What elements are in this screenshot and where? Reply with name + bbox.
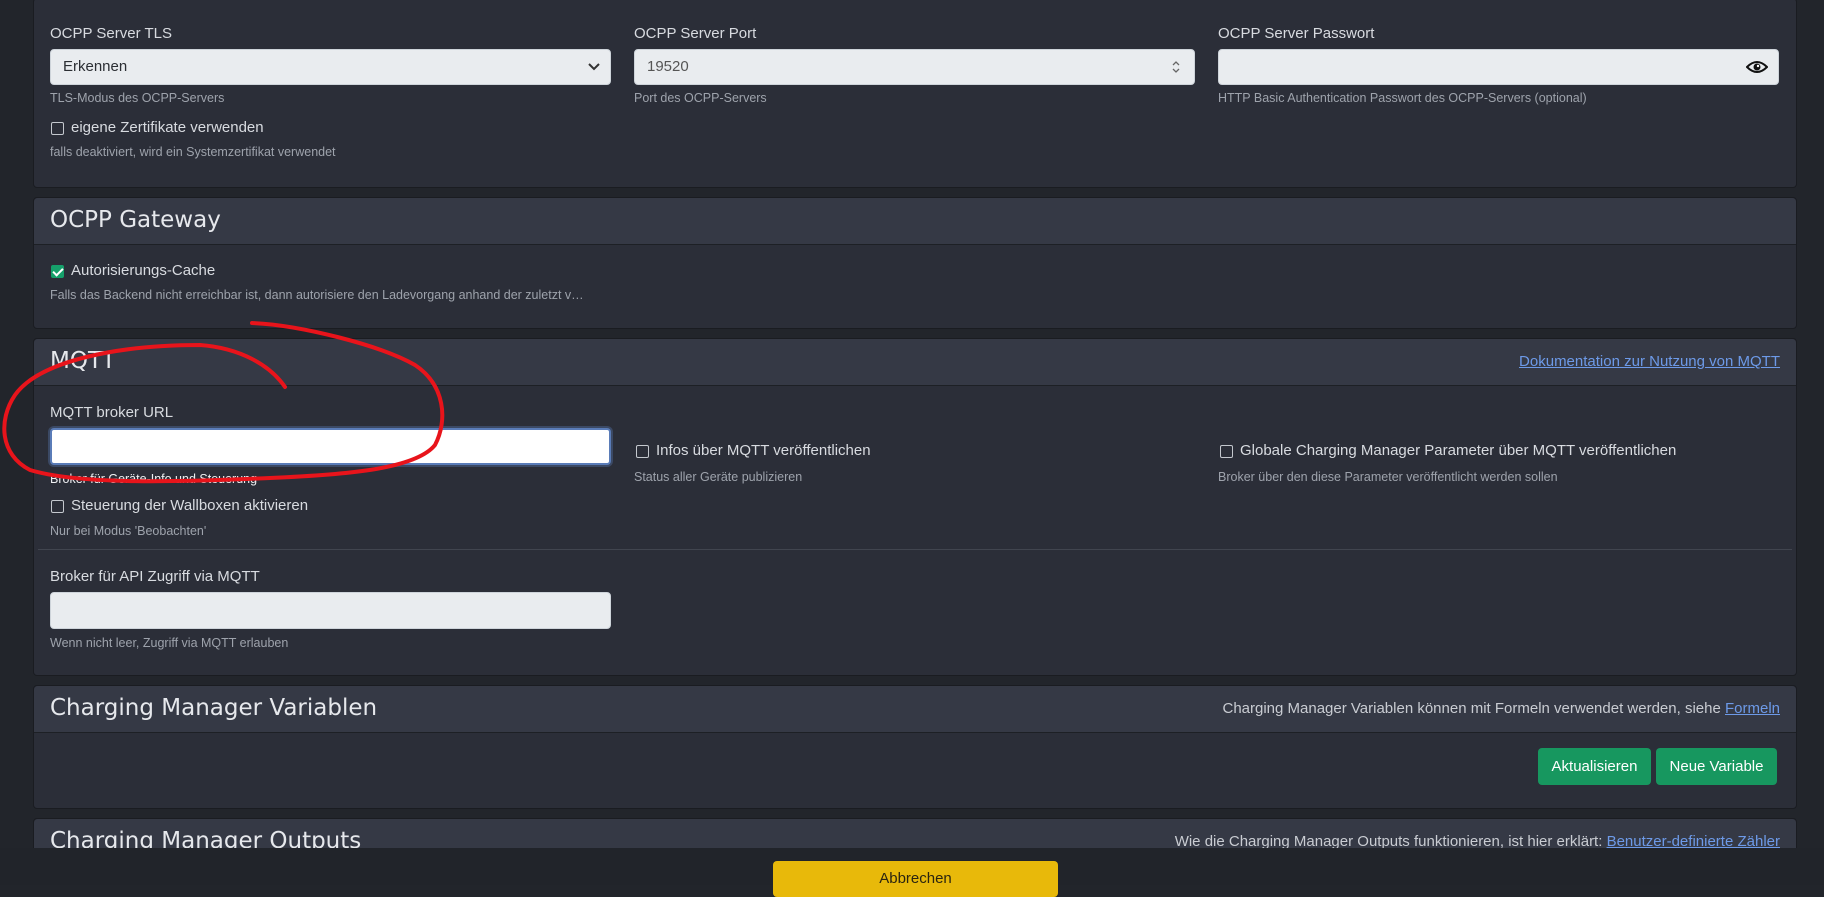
wallbox-control-label[interactable]: Steuerung der Wallboxen aktivieren xyxy=(71,497,308,514)
auth-cache-checkbox[interactable] xyxy=(51,265,64,278)
mqtt-card: MQTT Dokumentation zur Nutzung von MQTT … xyxy=(33,338,1797,676)
ocpp-gateway-card: OCPP Gateway Autorisierungs-Cache Falls … xyxy=(33,197,1797,329)
variables-header-text: Charging Manager Variablen können mit Fo… xyxy=(1222,700,1780,717)
publish-global-checkbox[interactable] xyxy=(1220,445,1233,458)
port-input-value: 19520 xyxy=(647,58,689,75)
broker-url-hint: Broker für Geräte-Info und Steuerung xyxy=(50,472,258,486)
wallbox-control-checkbox[interactable] xyxy=(51,500,64,513)
ocpp-gateway-header: OCPP Gateway xyxy=(34,198,1796,245)
chevron-down-icon xyxy=(588,63,600,71)
variables-title: Charging Manager Variablen xyxy=(50,695,378,721)
tls-select-value: Erkennen xyxy=(63,58,128,75)
mqtt-divider xyxy=(38,549,1792,550)
own-certs-hint: falls deaktiviert, wird ein Systemzertif… xyxy=(50,145,336,159)
api-broker-hint: Wenn nicht leer, Zugriff via MQTT erlaub… xyxy=(50,636,289,650)
broker-url-label: MQTT broker URL xyxy=(50,404,174,421)
publish-info-label[interactable]: Infos über MQTT veröffentlichen xyxy=(656,442,871,459)
mqtt-title: MQTT xyxy=(50,348,116,374)
cancel-button[interactable]: Abbrechen xyxy=(773,861,1058,897)
own-certs-label[interactable]: eigene Zertifikate verwenden xyxy=(71,119,264,136)
port-hint: Port des OCPP-Servers xyxy=(634,91,767,105)
port-label: OCPP Server Port xyxy=(634,25,757,42)
port-input[interactable]: 19520 xyxy=(634,49,1195,85)
variables-card: Charging Manager Variablen Charging Mana… xyxy=(33,685,1797,809)
spinner-arrows-icon[interactable] xyxy=(1172,60,1180,74)
wallbox-control-hint: Nur bei Modus 'Beobachten' xyxy=(50,524,207,538)
publish-info-hint: Status aller Geräte publizieren xyxy=(634,470,803,484)
mqtt-header: MQTT Dokumentation zur Nutzung von MQTT xyxy=(34,339,1796,386)
refresh-button[interactable]: Aktualisieren xyxy=(1538,748,1651,785)
password-label: OCPP Server Passwort xyxy=(1218,25,1375,42)
tls-label: OCPP Server TLS xyxy=(50,25,172,42)
api-broker-label: Broker für API Zugriff via MQTT xyxy=(50,568,260,585)
auth-cache-hint: Falls das Backend nicht erreichbar ist, … xyxy=(50,288,584,302)
tls-hint: TLS-Modus des OCPP-Servers xyxy=(50,91,225,105)
own-certs-checkbox[interactable] xyxy=(51,122,64,135)
ocpp-server-card: OCPP Server TLS Erkennen TLS-Modus des O… xyxy=(33,0,1797,188)
new-variable-button[interactable]: Neue Variable xyxy=(1656,748,1777,785)
formeln-link[interactable]: Formeln xyxy=(1725,700,1780,717)
publish-global-hint: Broker über den diese Parameter veröffen… xyxy=(1218,470,1558,484)
password-input[interactable] xyxy=(1218,49,1779,85)
publish-info-checkbox[interactable] xyxy=(636,445,649,458)
broker-url-input[interactable] xyxy=(50,428,611,465)
variables-header: Charging Manager Variablen Charging Mana… xyxy=(34,686,1796,733)
publish-global-label[interactable]: Globale Charging Manager Parameter über … xyxy=(1240,442,1676,459)
ocpp-gateway-title: OCPP Gateway xyxy=(50,207,221,233)
eye-icon[interactable] xyxy=(1746,59,1768,75)
password-hint: HTTP Basic Authentication Passwort des O… xyxy=(1218,91,1587,105)
auth-cache-label[interactable]: Autorisierungs-Cache xyxy=(71,262,215,279)
tls-select[interactable]: Erkennen xyxy=(50,49,611,85)
api-broker-input[interactable] xyxy=(50,592,611,629)
mqtt-doc-link[interactable]: Dokumentation zur Nutzung von MQTT xyxy=(1519,353,1780,370)
variables-header-desc: Charging Manager Variablen können mit Fo… xyxy=(1222,700,1725,717)
